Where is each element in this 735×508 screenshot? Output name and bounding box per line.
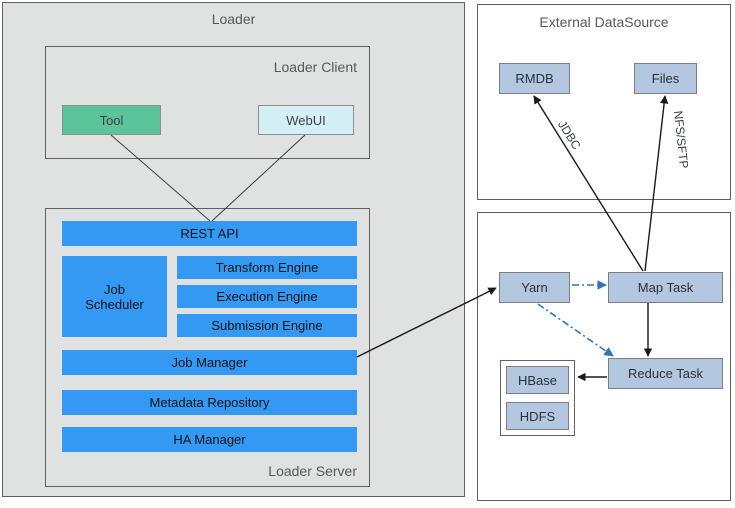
component-transform-engine[interactable]: Transform Engine — [177, 256, 357, 279]
component-hbase[interactable]: HBase — [506, 366, 569, 394]
component-hdfs[interactable]: HDFS — [506, 402, 569, 430]
architecture-diagram: Loader Loader Client Tool WebUI Loader S… — [0, 0, 735, 508]
component-job-manager[interactable]: Job Manager — [62, 350, 357, 375]
external-datasource-title: External DataSource — [539, 14, 669, 30]
external-datasource-panel — [477, 4, 731, 200]
component-rmdb[interactable]: RMDB — [499, 63, 570, 94]
component-job-scheduler[interactable]: Job Scheduler — [62, 256, 167, 337]
component-ha-manager[interactable]: HA Manager — [62, 427, 357, 452]
component-rest-api[interactable]: REST API — [62, 221, 357, 246]
component-execution-engine[interactable]: Execution Engine — [177, 285, 357, 308]
component-webui[interactable]: WebUI — [258, 105, 354, 135]
loader-server-title: Loader Server — [268, 463, 357, 479]
component-reduce-task[interactable]: Reduce Task — [608, 358, 723, 389]
cluster-panel — [477, 212, 731, 501]
loader-panel-title: Loader — [211, 11, 256, 27]
component-metadata-repository[interactable]: Metadata Repository — [62, 390, 357, 415]
component-yarn[interactable]: Yarn — [499, 272, 570, 303]
component-files[interactable]: Files — [634, 63, 697, 94]
loader-client-title: Loader Client — [273, 59, 357, 75]
component-submission-engine[interactable]: Submission Engine — [177, 314, 357, 337]
component-map-task[interactable]: Map Task — [608, 272, 723, 303]
component-tool[interactable]: Tool — [62, 105, 161, 135]
